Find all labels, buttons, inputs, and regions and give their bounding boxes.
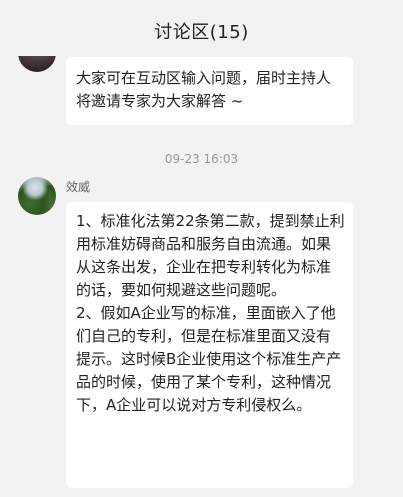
message-text: 大家可在互动区输入问题，届时主持人将邀请专家为大家解答 ~ xyxy=(76,69,332,110)
user-avatar[interactable] xyxy=(18,177,56,215)
discussion-header: 讨论区(15) xyxy=(0,0,403,56)
message-bubble-user: 1、标准化法第22条第二款，提到禁止利用标准妨碍商品和服务自由流通。如果从这条出… xyxy=(66,202,353,488)
message-timestamp: 09-23 16:03 xyxy=(164,152,239,166)
message-bubble-host: 大家可在互动区输入问题，届时主持人将邀请专家为大家解答 ~ xyxy=(66,57,353,125)
sender-name: 效威 xyxy=(66,180,91,194)
page-title: 讨论区(15) xyxy=(154,22,249,43)
message-text: 1、标准化法第22条第二款，提到禁止利用标准妨碍商品和服务自由流通。如果从这条出… xyxy=(76,212,345,414)
